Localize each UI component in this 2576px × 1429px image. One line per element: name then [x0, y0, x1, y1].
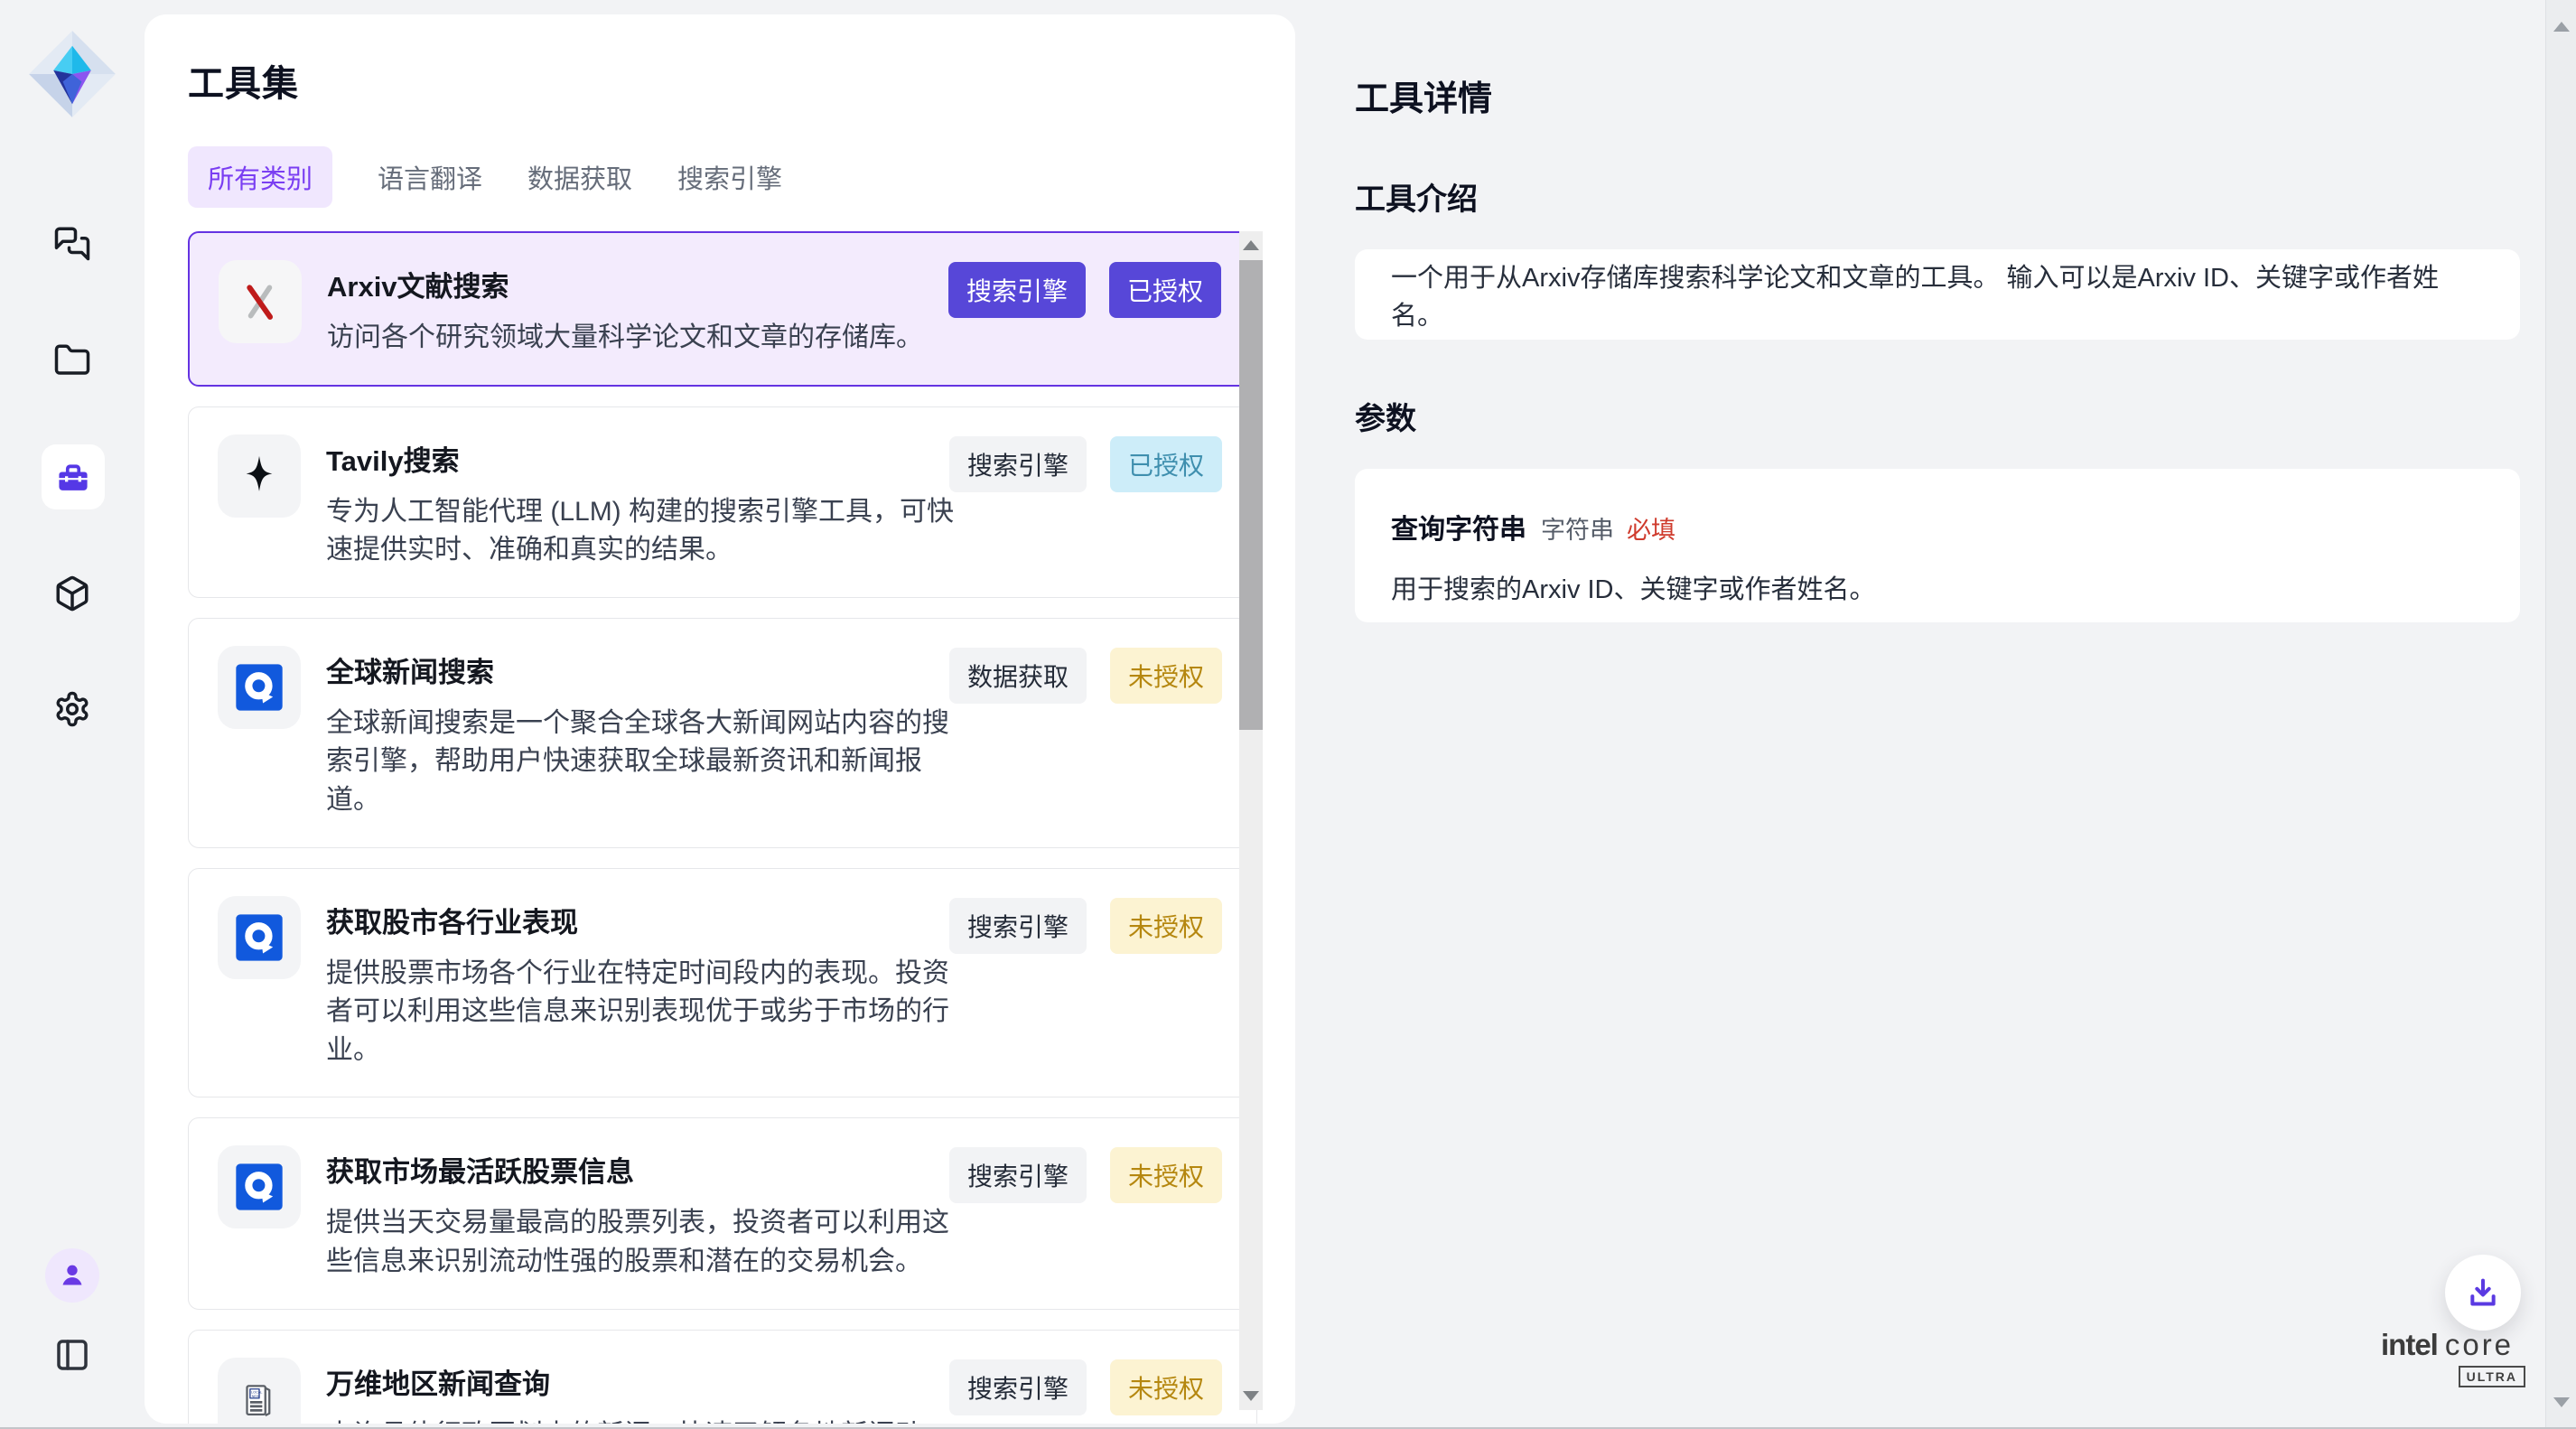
tool-list: Arxiv文献搜索 访问各个研究领域大量科学论文和文章的存储库。 搜索引擎 已授…: [188, 231, 1257, 1424]
tool-description: 专为人工智能代理 (LLM) 构建的搜索引擎工具，可快速提供实时、准确和真实的结…: [326, 493, 958, 570]
auth-status-badge: 已授权: [1110, 436, 1222, 492]
auth-status-badge: 未授权: [1110, 1147, 1222, 1203]
tool-card-most-active-stocks[interactable]: 获取市场最活跃股票信息 提供当天交易量最高的股票列表，投资者可以利用这些信息来识…: [188, 1117, 1257, 1309]
intro-card: 一个用于从Arxiv存储库搜索科学论文和文章的工具。 输入可以是Arxiv ID…: [1355, 249, 2520, 340]
tab-translation[interactable]: 语言翻译: [378, 158, 482, 196]
list-scrollbar-thumb[interactable]: [1239, 260, 1263, 730]
category-badge: 搜索引擎: [949, 436, 1087, 492]
tool-description: 查询具体行政区划内的新闻，快速了解各地新闻动态。: [326, 1416, 958, 1424]
scroll-down-icon[interactable]: [1243, 1391, 1259, 1401]
page-title: 工具集: [188, 54, 1295, 107]
auth-status-badge: 未授权: [1110, 648, 1222, 704]
param-required-label: 必填: [1627, 510, 1675, 546]
sidebar: [0, 0, 145, 1427]
param-name: 查询字符串: [1391, 507, 1526, 546]
avatar[interactable]: [45, 1248, 99, 1303]
tool-description: 提供当天交易量最高的股票列表，投资者可以利用这些信息来识别流动性强的股票和潜在的…: [326, 1204, 958, 1281]
panel-toggle-icon[interactable]: [54, 1337, 90, 1373]
local-news-icon: LOCAL NEW: [218, 1358, 301, 1424]
auth-status-badge: 未授权: [1110, 1359, 1222, 1415]
details-title: 工具详情: [1355, 70, 2545, 120]
arxiv-icon: [219, 260, 302, 343]
tool-card-local-news[interactable]: LOCAL NEW 万维地区新闻查询 查询具体行政区划内的新闻，快速了解各地新闻…: [188, 1330, 1257, 1424]
tool-name: Arxiv文献搜索: [327, 264, 923, 304]
param-card: 查询字符串 字符串 必填 用于搜索的Arxiv ID、关键字或作者姓名。: [1355, 469, 2520, 622]
tool-name: 获取市场最活跃股票信息: [326, 1149, 958, 1190]
svg-text:NEW: NEW: [252, 1394, 260, 1397]
toolbox-icon[interactable]: [42, 444, 105, 509]
tool-description: 访问各个研究领域大量科学论文和文章的存储库。: [327, 319, 923, 358]
tool-card-sector-performance[interactable]: 获取股市各行业表现 提供股票市场各个行业在特定时间段内的表现。投资者可以利用这些…: [188, 868, 1257, 1098]
category-badge: 搜索引擎: [949, 1359, 1087, 1415]
params-heading: 参数: [1355, 394, 2545, 438]
q-news-icon: [218, 896, 301, 979]
scroll-up-icon[interactable]: [1243, 240, 1259, 250]
tool-card-global-news[interactable]: 全球新闻搜索 全球新闻搜索是一个聚合全球各大新闻网站内容的搜索引擎，帮助用户快速…: [188, 618, 1257, 848]
toolset-panel: 工具集 所有类别 语言翻译 数据获取 搜索引擎 Arxiv文献搜索 访问各个研究…: [145, 14, 1295, 1424]
core-wordmark: core: [2445, 1328, 2514, 1362]
download-button[interactable]: [2445, 1255, 2521, 1331]
app-logo: [25, 27, 119, 121]
tool-name: 全球新闻搜索: [326, 649, 958, 690]
gear-icon[interactable]: [53, 690, 91, 728]
download-icon: [2465, 1275, 2501, 1311]
auth-status-badge: 已授权: [1109, 262, 1221, 318]
intel-core-logo: intel core ULTRA: [2381, 1328, 2525, 1387]
tool-description: 提供股票市场各个行业在特定时间段内的表现。投资者可以利用这些信息来识别表现优于或…: [326, 955, 958, 1070]
page-scroll-down-icon[interactable]: [2553, 1397, 2570, 1407]
list-scrollbar[interactable]: [1239, 231, 1263, 1410]
tool-card-arxiv[interactable]: Arxiv文献搜索 访问各个研究领域大量科学论文和文章的存储库。 搜索引擎 已授…: [188, 231, 1257, 387]
tool-card-tavily[interactable]: Tavily搜索 专为人工智能代理 (LLM) 构建的搜索引擎工具，可快速提供实…: [188, 406, 1257, 598]
tool-name: 获取股市各行业表现: [326, 900, 958, 940]
folder-icon[interactable]: [53, 341, 91, 379]
tool-details-panel: 工具详情 工具介绍 一个用于从Arxiv存储库搜索科学论文和文章的工具。 输入可…: [1295, 0, 2545, 1427]
tool-name: Tavily搜索: [326, 438, 958, 479]
svg-text:LOCAL: LOCAL: [251, 1390, 263, 1394]
tab-search-engine[interactable]: 搜索引擎: [677, 158, 782, 196]
page-scrollbar[interactable]: [2545, 0, 2576, 1427]
param-description: 用于搜索的Arxiv ID、关键字或作者姓名。: [1391, 568, 2484, 606]
tab-all-categories[interactable]: 所有类别: [188, 146, 332, 208]
ultra-badge: ULTRA: [2459, 1366, 2525, 1387]
intro-heading: 工具介绍: [1355, 174, 2545, 219]
chat-icon[interactable]: [53, 224, 91, 262]
tab-data-fetch[interactable]: 数据获取: [527, 158, 632, 196]
q-news-icon: [218, 646, 301, 729]
cube-icon[interactable]: [53, 574, 91, 612]
auth-status-badge: 未授权: [1110, 898, 1222, 954]
tavily-star-icon: [218, 434, 301, 518]
category-badge: 搜索引擎: [949, 898, 1087, 954]
tool-name: 万维地区新闻查询: [326, 1361, 958, 1402]
tool-description: 全球新闻搜索是一个聚合全球各大新闻网站内容的搜索引擎，帮助用户快速获取全球最新资…: [326, 705, 958, 820]
category-badge: 数据获取: [949, 648, 1087, 704]
category-tabs: 所有类别 语言翻译 数据获取 搜索引擎: [188, 152, 1295, 202]
intro-text: 一个用于从Arxiv存储库搜索科学论文和文章的工具。 输入可以是Arxiv ID…: [1391, 257, 2484, 332]
intel-wordmark: intel: [2381, 1328, 2438, 1362]
page-scroll-up-icon[interactable]: [2553, 22, 2570, 32]
q-news-icon: [218, 1145, 301, 1228]
category-badge: 搜索引擎: [948, 262, 1086, 318]
param-type: 字符串: [1541, 510, 1614, 546]
category-badge: 搜索引擎: [949, 1147, 1087, 1203]
